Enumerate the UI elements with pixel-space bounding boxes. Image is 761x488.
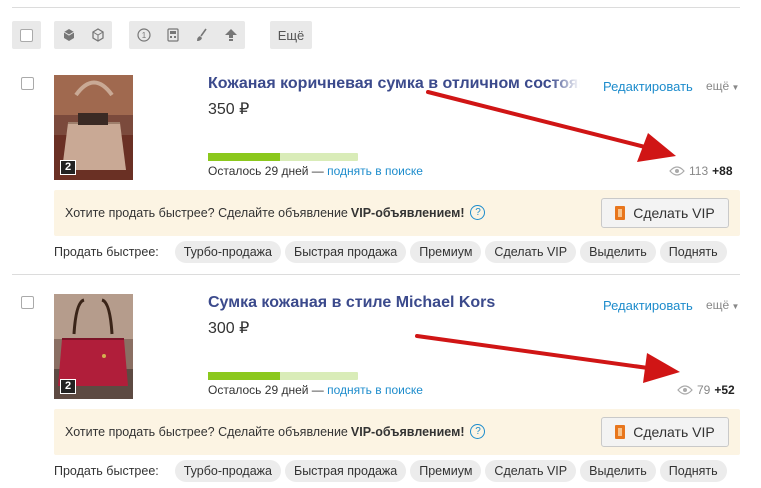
term-progress-fill	[208, 153, 280, 161]
listing-checkbox[interactable]	[21, 296, 34, 309]
chevron-down-icon: ▼	[729, 83, 740, 92]
views-counter: 79 +52	[677, 383, 735, 397]
service-turbo[interactable]: Турбо-продажа	[174, 241, 281, 263]
help-icon[interactable]: ?	[470, 205, 486, 220]
edit-link[interactable]: Редактировать	[603, 79, 693, 94]
views-count: 79	[697, 383, 711, 397]
sell-faster-label: Продать быстрее:	[54, 245, 159, 259]
listing-checkbox[interactable]	[21, 77, 34, 90]
term-progress-bar	[208, 153, 358, 161]
photo-count-badge: 2	[60, 379, 76, 394]
make-vip-button[interactable]: Сделать VIP	[601, 198, 729, 228]
activate-icon[interactable]	[54, 21, 83, 49]
brush-icon[interactable]	[187, 21, 216, 49]
more-menu-label: ещё	[706, 79, 730, 93]
listing-photo[interactable]: 2	[54, 294, 133, 399]
service-quick-sale[interactable]: Быстрая продажа	[284, 460, 407, 482]
days-left-text: Осталось 29 дней —	[208, 383, 324, 397]
service-highlight[interactable]: Выделить	[580, 460, 656, 482]
views-delta: +88	[712, 164, 733, 178]
listing-title[interactable]: Кожаная коричневая сумка в отличном сост…	[208, 75, 580, 93]
edit-link[interactable]: Редактировать	[603, 298, 693, 313]
svg-text:1: 1	[141, 31, 146, 40]
listing-price: 350 ₽	[208, 101, 250, 118]
days-left-text: Осталось 29 дней —	[208, 164, 324, 178]
vip-prompt: Хотите продать быстрее? Сделайте объявле…	[65, 205, 348, 220]
toolbar-group-activate	[54, 21, 112, 49]
toolbar-more-label: Ещё	[277, 27, 305, 43]
service-make-vip[interactable]: Сделать VIP	[485, 460, 577, 482]
service-make-vip[interactable]: Сделать VIP	[485, 241, 577, 263]
listing-title[interactable]: Сумка кожаная в стиле Michael Kors	[208, 294, 580, 312]
coin-icon[interactable]: 1	[129, 21, 158, 49]
vip-icon	[615, 425, 626, 439]
more-menu-label: ещё	[706, 298, 730, 312]
toolbar-group-services: 1	[129, 21, 245, 49]
service-premium[interactable]: Премиум	[410, 460, 482, 482]
item-divider	[12, 274, 740, 275]
deactivate-icon[interactable]	[83, 21, 112, 49]
vip-promo-text: Хотите продать быстрее? Сделайте объявле…	[65, 424, 486, 439]
raise-in-search-link[interactable]: поднять в поиске	[327, 383, 423, 397]
term-progress-fill	[208, 372, 280, 380]
term-progress-bar	[208, 372, 358, 380]
annotation-arrow	[426, 90, 647, 149]
vip-prompt: Хотите продать быстрее? Сделайте объявле…	[65, 424, 348, 439]
annotation-arrow	[415, 334, 650, 370]
make-vip-label: Сделать VIP	[633, 205, 715, 221]
service-premium[interactable]: Премиум	[410, 241, 482, 263]
views-count: 113	[689, 164, 709, 178]
eye-icon	[669, 166, 685, 176]
toolbar-more-button[interactable]: Ещё	[270, 21, 312, 49]
days-left: Осталось 29 дней — поднять в поиске	[208, 164, 423, 178]
raise-icon[interactable]	[216, 21, 245, 49]
help-icon[interactable]: ?	[470, 424, 486, 439]
make-vip-label: Сделать VIP	[633, 424, 715, 440]
listing-title-text[interactable]: Кожаная коричневая сумка в отличном сост…	[208, 75, 580, 92]
sell-faster-row: Продать быстрее: Турбо-продажа Быстрая п…	[54, 460, 731, 482]
service-raise[interactable]: Поднять	[659, 460, 727, 482]
views-counter: 113 +88	[669, 164, 733, 178]
days-left: Осталось 29 дней — поднять в поиске	[208, 383, 423, 397]
chevron-down-icon: ▼	[729, 302, 740, 311]
photo-count-badge: 2	[60, 160, 76, 175]
annotation-arrowhead	[643, 353, 680, 383]
vip-promo: Хотите продать быстрее? Сделайте объявле…	[54, 409, 740, 455]
title-fade	[550, 75, 580, 93]
more-menu[interactable]: ещё ▼	[706, 298, 739, 312]
service-highlight[interactable]: Выделить	[580, 241, 656, 263]
eye-icon	[677, 385, 693, 395]
views-delta: +52	[714, 383, 735, 397]
listing-title-text[interactable]: Сумка кожаная в стиле Michael Kors	[208, 294, 495, 311]
annotation-arrowhead	[637, 133, 676, 162]
checkbox-box[interactable]	[20, 28, 33, 42]
vip-promo-text: Хотите продать быстрее? Сделайте объявле…	[65, 205, 486, 220]
sell-faster-label: Продать быстрее:	[54, 464, 159, 478]
listing-photo[interactable]: 2	[54, 75, 133, 180]
vip-icon	[615, 206, 626, 220]
make-vip-button[interactable]: Сделать VIP	[601, 417, 729, 447]
vip-prompt-bold: VIP-объявлением!	[350, 205, 465, 220]
vip-prompt-bold: VIP-объявлением!	[350, 424, 465, 439]
raise-in-search-link[interactable]: поднять в поиске	[327, 164, 423, 178]
select-all-checkbox[interactable]	[12, 21, 41, 49]
top-divider	[12, 7, 740, 8]
service-quick-sale[interactable]: Быстрая продажа	[284, 241, 407, 263]
sell-faster-row: Продать быстрее: Турбо-продажа Быстрая п…	[54, 241, 731, 263]
service-raise[interactable]: Поднять	[659, 241, 727, 263]
more-menu[interactable]: ещё ▼	[706, 79, 739, 93]
vip-promo: Хотите продать быстрее? Сделайте объявле…	[54, 190, 740, 236]
listing-price: 300 ₽	[208, 320, 250, 337]
calculator-icon[interactable]	[158, 21, 187, 49]
service-turbo[interactable]: Турбо-продажа	[174, 460, 281, 482]
